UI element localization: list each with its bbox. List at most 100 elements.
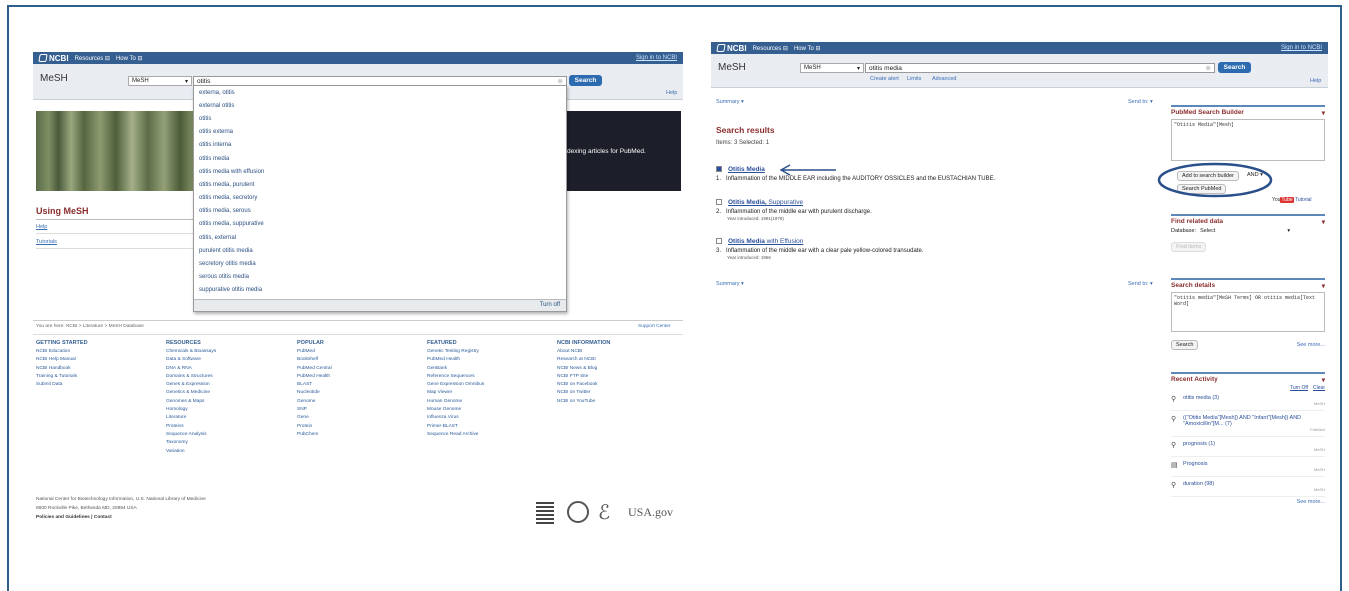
db-select[interactable]: MeSH ▾ (128, 76, 192, 86)
footer-link[interactable]: Sequence Analysis (166, 431, 216, 439)
db-select-right[interactable]: MeSH ▾ (800, 63, 864, 73)
autocomplete-item[interactable]: otitis media, purulent (194, 178, 566, 191)
footer-link[interactable]: Variation (166, 448, 216, 456)
ncbi-logo-right[interactable]: NCBI (716, 44, 747, 53)
footer-link[interactable]: NCBI Handbook (36, 365, 88, 373)
find-items-button[interactable]: Find items (1171, 242, 1207, 252)
howto-menu-right[interactable]: How To ⊟ (794, 45, 821, 52)
footer-link[interactable]: PubMed Health (427, 356, 484, 364)
summary-dropdown[interactable]: Summary ▾ (716, 99, 744, 105)
footer-link[interactable]: Influenza Virus (427, 414, 484, 422)
autocomplete-item[interactable]: secretory otitis media (194, 257, 566, 270)
details-search-button[interactable]: Search (1171, 340, 1199, 350)
result-title-link[interactable]: Otitis Media, (728, 199, 767, 206)
autocomplete-item[interactable]: otitis media, secretory (194, 192, 566, 205)
autocomplete-item[interactable]: otitis externa (194, 126, 566, 139)
footer-link[interactable]: NCBI News & Blog (557, 365, 610, 373)
footer-link[interactable]: NCBI on YouTube (557, 398, 610, 406)
resources-menu-right[interactable]: Resources ⊟ (753, 45, 788, 52)
autocomplete-item[interactable]: otitis interna (194, 139, 566, 152)
footer-link[interactable]: Sequence Read Archive (427, 431, 484, 439)
result-title-link[interactable]: Otitis Media (728, 166, 765, 173)
footer-link[interactable]: NCBI on Facebook (557, 381, 610, 389)
autocomplete-item[interactable]: purulent otitis media (194, 244, 566, 257)
footer-link[interactable]: Genomes & Maps (166, 398, 216, 406)
limits-link[interactable]: Limits (907, 76, 921, 82)
usa-gov-logo[interactable]: USA.gov (628, 505, 673, 520)
footer-link[interactable]: DNA & RNA (166, 365, 216, 373)
autocomplete-item[interactable]: otitis media, suppurative (194, 218, 566, 231)
footer-link[interactable]: Mouse Genome (427, 406, 484, 414)
clear-icon[interactable]: ⊗ (558, 77, 563, 85)
recent-activity-item[interactable]: ⚲ (("Otitis Media"[Mesh]) AND "Infant"[Me… (1171, 411, 1325, 437)
recent-turnoff-link[interactable]: Turn Off (1290, 385, 1308, 391)
autocomplete-item[interactable]: otitis (194, 112, 566, 125)
footer-link[interactable]: Training & Tutorials (36, 373, 88, 381)
footer-link[interactable]: Map Viewer (427, 389, 484, 397)
footer-link[interactable]: Research at NCBI (557, 356, 610, 364)
send-to-dropdown[interactable]: Send to: ▾ (1128, 99, 1153, 105)
footer-link[interactable]: GenBank (427, 365, 484, 373)
recent-activity-item[interactable]: ▤ Prognosis MeSH (1171, 457, 1325, 477)
footer-link[interactable]: Data & Software (166, 356, 216, 364)
collapse-icon[interactable]: ▾ (1322, 218, 1325, 226)
footer-link[interactable]: NCBI Education (36, 348, 88, 356)
footer-link[interactable]: Genome (297, 398, 332, 406)
footer-link[interactable]: Nucleotide (297, 389, 332, 397)
send-to-dropdown-bottom[interactable]: Send to: ▾ (1128, 281, 1153, 287)
recent-see-more-link[interactable]: See more... (1171, 499, 1325, 505)
support-center-link[interactable]: Support Center (638, 324, 671, 329)
summary-dropdown-bottom[interactable]: Summary ▾ (716, 281, 744, 287)
footer-link[interactable]: NCBI on Twitter (557, 389, 610, 397)
clear-icon[interactable]: ⊗ (1206, 64, 1211, 72)
ncbi-logo[interactable]: NCBI (38, 54, 69, 63)
recent-activity-text[interactable]: (("Otitis Media"[Mesh]) AND "Infant"[Mes… (1183, 415, 1325, 427)
result-title-link[interactable]: Otitis Media (728, 238, 765, 245)
result-checkbox-checked[interactable] (716, 166, 722, 173)
help-link-right[interactable]: Help (1310, 78, 1321, 84)
footer-link[interactable]: BLAST (297, 381, 332, 389)
autocomplete-item[interactable]: otitis media, serous (194, 205, 566, 218)
footer-link[interactable]: Chemicals & Bioassays (166, 348, 216, 356)
autocomplete-item[interactable]: suppurative otitis media (194, 284, 566, 297)
help-side-link[interactable]: Help (36, 224, 47, 230)
tutorials-link[interactable]: Tutorials (36, 239, 57, 245)
details-see-more-link[interactable]: See more... (1297, 342, 1325, 348)
footer-link[interactable]: Human Genome (427, 398, 484, 406)
footer-link[interactable]: Genes & Expression (166, 381, 216, 389)
recent-clear-link[interactable]: Clear (1313, 385, 1325, 391)
advanced-link[interactable]: Advanced (932, 76, 956, 82)
footer-link[interactable]: Domains & Structures (166, 373, 216, 381)
search-button[interactable]: Search (569, 75, 602, 86)
footer-link[interactable]: Literature (166, 414, 216, 422)
youtube-tutorial-link[interactable]: YouTube Tutorial (1272, 197, 1311, 203)
footer-link[interactable]: Taxonomy (166, 439, 216, 447)
result-checkbox[interactable] (716, 238, 722, 245)
search-button-right[interactable]: Search (1218, 62, 1251, 73)
footer-link[interactable]: Protein (297, 423, 332, 431)
create-alert-link[interactable]: Create alert (870, 76, 899, 82)
autocomplete-item[interactable]: externa, otitis (194, 86, 566, 99)
footer-link[interactable]: PubChem (297, 431, 332, 439)
autocomplete-item[interactable]: otitis, external (194, 231, 566, 244)
footer-link[interactable]: Submit Data (36, 381, 88, 389)
footer-link[interactable]: PubMed Central (297, 365, 332, 373)
sign-in-link-right[interactable]: Sign in to NCBI (1281, 45, 1322, 51)
autocomplete-item[interactable]: external otitis (194, 99, 566, 112)
footer-link[interactable]: Bookshelf (297, 356, 332, 364)
autocomplete-turnoff[interactable]: Turn off (194, 299, 566, 311)
recent-activity-item[interactable]: ⚲ otitis media (3) MeSH (1171, 391, 1325, 411)
result-checkbox[interactable] (716, 199, 722, 206)
footer-link[interactable]: Proteins (166, 423, 216, 431)
recent-activity-item[interactable]: ⚲ prognosis (1) MeSH (1171, 437, 1325, 457)
database-select[interactable]: Select ▾ (1200, 228, 1290, 234)
search-builder-textarea[interactable]: "Otitis Media"[Mesh] (1171, 119, 1325, 161)
footer-link[interactable]: Homology (166, 406, 216, 414)
search-input-right[interactable]: otitis media ⊗ (865, 63, 1215, 73)
collapse-icon[interactable]: ▾ (1322, 376, 1325, 384)
howto-menu[interactable]: How To ⊟ (116, 55, 143, 62)
footer-link[interactable]: Primer-BLAST (427, 423, 484, 431)
autocomplete-item[interactable]: serous otitis media (194, 271, 566, 284)
collapse-icon[interactable]: ▾ (1322, 282, 1325, 290)
footer-link[interactable]: About NCBI (557, 348, 610, 356)
